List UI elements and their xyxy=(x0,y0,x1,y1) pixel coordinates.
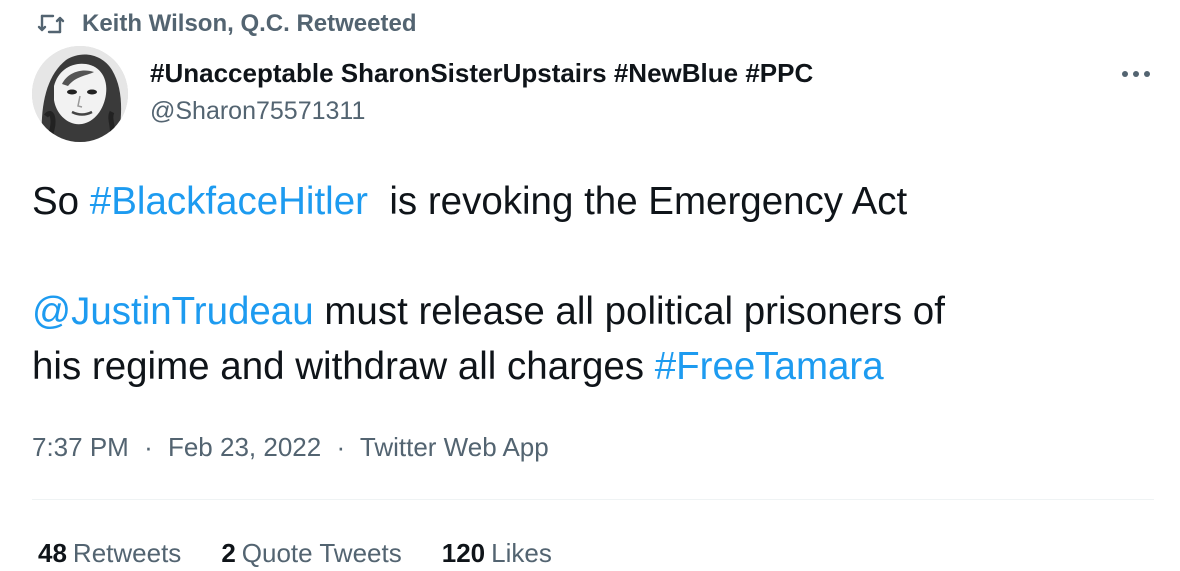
tweet-text-segment: must release all political prisoners of xyxy=(313,290,945,333)
tweet-card: Keith Wilson, Q.C. Retweeted #Unacceptab… xyxy=(0,0,1180,571)
ellipsis-icon xyxy=(1122,71,1150,77)
separator: · xyxy=(336,432,346,462)
tweet-text: So #BlackfaceHitler is revoking the Emer… xyxy=(32,174,1152,394)
divider xyxy=(32,499,1154,500)
tweet-text-segment: is revoking the Emergency Act xyxy=(367,180,908,223)
quote-tweets-label: Quote Tweets xyxy=(241,538,402,568)
tweet-time[interactable]: 7:37 PM xyxy=(32,432,129,462)
retweet-icon xyxy=(36,12,66,36)
more-options-button[interactable] xyxy=(1116,62,1156,86)
likes-label: Likes xyxy=(491,538,552,568)
tweet-line: his regime and withdraw all charges #Fre… xyxy=(32,339,1152,394)
tweet-line: So #BlackfaceHitler is revoking the Emer… xyxy=(32,174,1152,229)
quote-tweets-stat[interactable]: 2 Quote Tweets xyxy=(221,536,401,570)
author-info: #Unacceptable SharonSisterUpstairs #NewB… xyxy=(150,56,813,128)
avatar[interactable] xyxy=(32,46,128,142)
likes-count: 120 xyxy=(441,538,486,568)
tweet-text-segment: So xyxy=(32,180,90,223)
likes-stat[interactable]: 120 Likes xyxy=(442,536,552,570)
hashtag-link[interactable]: #FreeTamara xyxy=(655,345,884,388)
separator: · xyxy=(144,432,153,462)
retweet-context-label[interactable]: Keith Wilson, Q.C. Retweeted xyxy=(82,10,417,38)
tweet-source[interactable]: Twitter Web App xyxy=(360,432,549,462)
retweets-count: 48 xyxy=(38,538,67,568)
mention-link[interactable]: @JustinTrudeau xyxy=(32,290,314,333)
quote-tweets-count: 2 xyxy=(221,538,236,568)
retweet-context[interactable]: Keith Wilson, Q.C. Retweeted xyxy=(36,8,417,40)
tweet-text-segment: his regime and withdraw all charges xyxy=(32,345,655,388)
tweet-metadata: 7:37 PM · Feb 23, 2022 · Twitter Web App xyxy=(32,430,549,464)
display-name[interactable]: #Unacceptable SharonSisterUpstairs #NewB… xyxy=(150,56,813,90)
retweets-stat[interactable]: 48 Retweets xyxy=(38,536,181,570)
profile-photo xyxy=(32,46,128,142)
hashtag-link[interactable]: #BlackfaceHitler xyxy=(90,180,368,223)
retweets-label: Retweets xyxy=(72,538,182,568)
tweet-line: @JustinTrudeau must release all politica… xyxy=(32,284,1152,339)
tweet-date[interactable]: Feb 23, 2022 xyxy=(168,432,321,462)
user-handle[interactable]: @Sharon75571311 xyxy=(150,94,813,128)
engagement-stats: 48 Retweets 2 Quote Tweets 120 Likes xyxy=(38,536,592,570)
